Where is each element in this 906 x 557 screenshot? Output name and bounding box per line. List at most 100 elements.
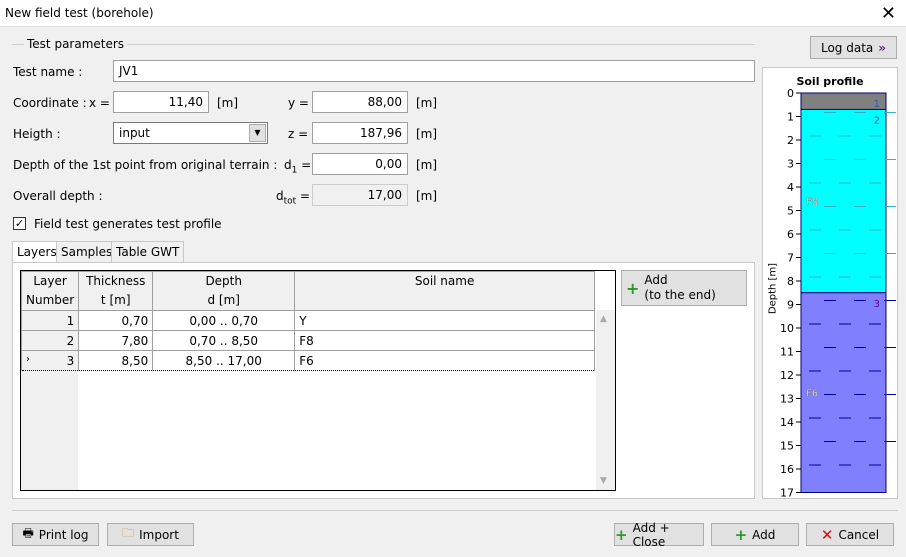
dtot-input: 17,00 bbox=[312, 184, 408, 206]
layer-number-label: 1 bbox=[874, 99, 880, 110]
cell-soil: F8 bbox=[294, 330, 595, 351]
generates-profile-label: Field test generates test profile bbox=[34, 217, 222, 231]
add-button[interactable]: + Add bbox=[711, 523, 799, 546]
depth1-label: Depth of the 1st point from original ter… bbox=[13, 158, 278, 172]
depth-tick-label: 17 bbox=[780, 487, 794, 499]
cancel-button[interactable]: ✕ Cancel bbox=[806, 523, 894, 546]
cell-number: › 3 bbox=[20, 350, 80, 371]
scroll-up-icon: ▲ bbox=[600, 314, 607, 324]
dtot-label: dtot = bbox=[276, 189, 311, 207]
cell-thickness: 7,80 bbox=[78, 330, 154, 351]
header-depth: Depth d [m] bbox=[152, 271, 296, 311]
double-chevron-right-icon: » bbox=[878, 40, 887, 55]
plus-icon: + bbox=[734, 525, 748, 544]
x-label: x = bbox=[89, 96, 110, 110]
y-unit: [m] bbox=[416, 96, 438, 110]
tab-samples[interactable]: Samples bbox=[56, 241, 118, 262]
table-row[interactable]: 2 7,80 0,70 .. 8,50 F8 bbox=[20, 330, 595, 351]
plus-icon: + bbox=[626, 278, 640, 298]
add-to-end-button[interactable]: + Add (to the end) bbox=[621, 270, 747, 306]
cell-number: 2 bbox=[20, 330, 80, 351]
coordinate-label: Coordinate : bbox=[13, 96, 87, 110]
cell-depth: 0,70 .. 8,50 bbox=[152, 330, 296, 351]
group-label: Test parameters bbox=[24, 37, 128, 51]
layer-number-label: 2 bbox=[874, 115, 880, 126]
printer-icon: 🖶 bbox=[22, 526, 34, 540]
depth-tick-label: 8 bbox=[787, 275, 794, 288]
layer-soil-label: F8 bbox=[806, 197, 818, 208]
depth-tick-label: 0 bbox=[787, 87, 794, 100]
depth-tick-label: 7 bbox=[787, 252, 794, 265]
d1-unit: [m] bbox=[416, 158, 438, 172]
soil-profile-chart: 12F83F601234567891011121314151617 bbox=[780, 87, 896, 499]
depth-tick-label: 6 bbox=[787, 228, 794, 241]
header-thickness: Thickness t [m] bbox=[78, 271, 154, 311]
add-close-button[interactable]: + Add + Close bbox=[614, 521, 704, 549]
height-mode-select[interactable]: input ▼ bbox=[113, 122, 268, 144]
import-button[interactable]: 🗀 Import bbox=[107, 523, 194, 546]
test-name-label: Test name : bbox=[13, 65, 83, 79]
layer-number-label: 3 bbox=[874, 299, 880, 310]
scroll-down-icon: ▼ bbox=[600, 476, 607, 486]
y-label: y = bbox=[288, 96, 309, 110]
close-icon[interactable]: ✕ bbox=[881, 3, 896, 24]
tab-table-gwt[interactable]: Table GWT bbox=[111, 241, 185, 262]
test-name-input[interactable]: JV1 bbox=[113, 60, 755, 82]
log-data-button[interactable]: Log data » bbox=[810, 36, 897, 59]
cell-number: 1 bbox=[20, 310, 80, 331]
height-label: Heigth : bbox=[13, 127, 61, 141]
cancel-x-icon: ✕ bbox=[820, 525, 834, 544]
table-header-row: Layer Number Thickness t [m] Depth d [m] So… bbox=[20, 271, 595, 311]
depth-tick-label: 9 bbox=[787, 299, 794, 312]
window-title: New field test (borehole) bbox=[5, 6, 154, 20]
row-header-area bbox=[21, 371, 78, 490]
cell-depth: 8,50 .. 17,00 bbox=[152, 350, 296, 371]
depth-tick-label: 4 bbox=[787, 181, 794, 194]
plus-close-icon: + bbox=[615, 525, 628, 544]
depth-tick-label: 12 bbox=[780, 369, 794, 382]
z-unit: [m] bbox=[416, 127, 438, 141]
print-log-button[interactable]: 🖶 Print log bbox=[12, 523, 99, 546]
tab-layers[interactable]: Layers bbox=[12, 241, 62, 263]
header-soil-name: Soil name bbox=[294, 271, 595, 311]
generates-profile-checkbox[interactable]: ✓ bbox=[13, 217, 26, 230]
d1-label: d1 = bbox=[284, 158, 312, 176]
z-input[interactable]: 187,96 bbox=[312, 122, 408, 144]
overall-depth-label: Overall depth : bbox=[13, 189, 103, 203]
table-row[interactable]: 1 0,70 0,00 .. 0,70 Y bbox=[20, 310, 595, 331]
depth-tick-label: 14 bbox=[780, 416, 794, 429]
folder-icon: 🗀 bbox=[122, 526, 135, 540]
vertical-scrollbar[interactable]: ▲ ▼ bbox=[596, 310, 615, 490]
current-row-icon: › bbox=[26, 353, 30, 365]
depth-tick-label: 10 bbox=[780, 322, 794, 335]
cell-thickness: 8,50 bbox=[78, 350, 154, 371]
y-input[interactable]: 88,00 bbox=[312, 91, 408, 113]
dtot-unit: [m] bbox=[416, 189, 438, 203]
cell-soil: Y bbox=[294, 310, 595, 331]
d1-input[interactable]: 0,00 bbox=[312, 153, 408, 175]
layers-table: Layer Number Thickness t [m] Depth d [m] So… bbox=[20, 271, 595, 371]
soil-profile-panel: Soil profile Depth [m] 1 2 F8 3 F6 0 1 2 3 4 5 6 7 8 9… bbox=[762, 67, 898, 499]
depth-tick-label: 13 bbox=[780, 393, 794, 406]
depth-tick-label: 1 bbox=[787, 111, 794, 124]
log-data-label: Log data bbox=[820, 40, 874, 55]
depth-tick-label: 16 bbox=[780, 463, 794, 476]
header-layer-number: Layer Number bbox=[20, 271, 80, 311]
height-mode-value: input bbox=[119, 126, 150, 140]
depth-tick-label: 5 bbox=[787, 205, 794, 218]
x-unit: [m] bbox=[217, 96, 239, 110]
z-label: z = bbox=[288, 127, 309, 141]
depth-tick-label: 15 bbox=[780, 440, 794, 453]
x-input[interactable]: 11,40 bbox=[113, 91, 209, 113]
title-bar: New field test (borehole) ✕ bbox=[0, 0, 906, 27]
cell-depth: 0,00 .. 0,70 bbox=[152, 310, 296, 331]
footer-divider bbox=[12, 510, 898, 511]
cell-thickness: 0,70 bbox=[78, 310, 154, 331]
depth-tick-label: 3 bbox=[787, 158, 794, 171]
depth-tick-label: 11 bbox=[780, 346, 794, 359]
depth-tick-label: 2 bbox=[787, 134, 794, 147]
dropdown-arrow-icon[interactable]: ▼ bbox=[249, 124, 266, 142]
cell-soil: F6 bbox=[294, 350, 595, 371]
layer-soil-label: F6 bbox=[806, 389, 818, 400]
table-row-selected[interactable]: › 3 8,50 8,50 .. 17,00 F6 bbox=[20, 350, 595, 371]
